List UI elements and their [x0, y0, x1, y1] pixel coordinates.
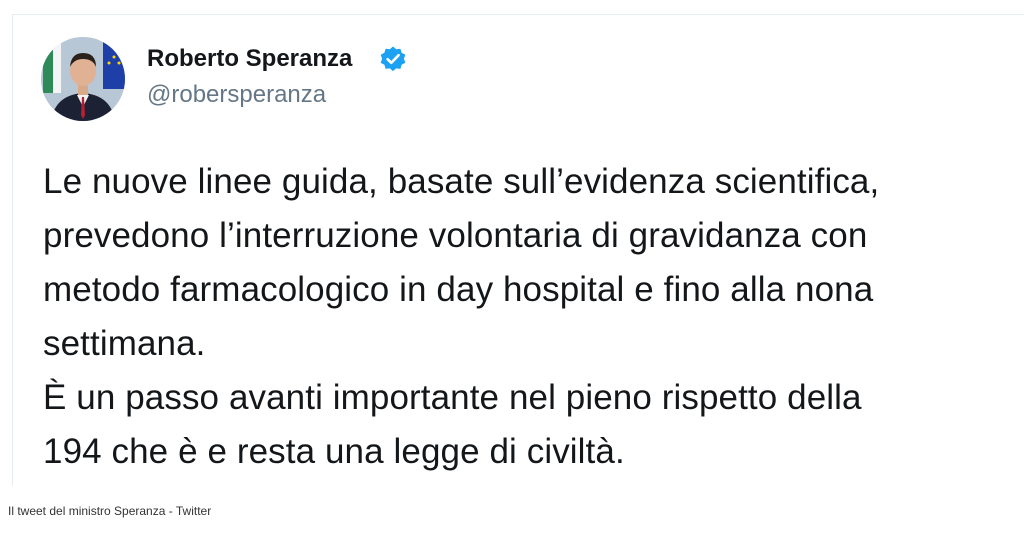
tweet-card: Roberto Speranza @robersperanza Le nuove…	[12, 14, 1024, 486]
author-handle[interactable]: @robersperanza	[147, 81, 326, 109]
author-name[interactable]: Roberto Speranza	[147, 45, 352, 73]
tweet-line: settimana.	[43, 324, 206, 363]
tweet-line: Le nuove linee guida, basate sull’eviden…	[43, 162, 880, 201]
verified-badge-icon	[380, 46, 406, 72]
tweet-line: metodo farmacologico in day hospital e f…	[43, 270, 874, 309]
tweet-line: 194 che è e resta una legge di civiltà.	[43, 432, 625, 471]
tweet-text: Le nuove linee guida, basate sull’eviden…	[43, 155, 1018, 479]
avatar-portrait-icon	[41, 37, 125, 121]
avatar[interactable]	[41, 37, 125, 121]
tweet-line: prevedono l’interruzione volontaria di g…	[43, 216, 868, 255]
image-caption: Il tweet del ministro Speranza - Twitter	[8, 504, 212, 518]
tweet-line: È un passo avanti importante nel pieno r…	[43, 378, 862, 417]
